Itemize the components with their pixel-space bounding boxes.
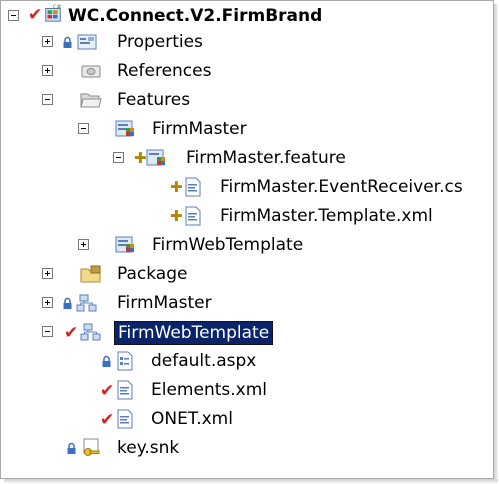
node-label: References: [117, 61, 212, 81]
package-icon: [80, 265, 101, 283]
feature-file-icon: [146, 149, 165, 166]
xml-file-icon: [117, 380, 133, 400]
expand-icon[interactable]: [42, 36, 53, 47]
node-label: ONET.xml: [151, 409, 233, 429]
collapse-icon[interactable]: [113, 152, 124, 163]
expand-icon[interactable]: [42, 268, 53, 279]
aspx-file-icon: [117, 351, 133, 371]
node-label: FirmMaster.EventReceiver.cs: [220, 177, 463, 197]
project-title: WC.Connect.V2.FirmBrand: [68, 6, 323, 26]
checked-out-icon: ✔: [100, 381, 115, 401]
module-icon: [80, 323, 101, 341]
tree-node-template-xml[interactable]: ✚ FirmMaster.Template.xml: [0, 202, 490, 231]
references-icon: [81, 65, 101, 78]
tree-node-key-snk[interactable]: key.snk: [0, 434, 490, 463]
collapse-icon[interactable]: [42, 94, 53, 105]
tree-node-properties[interactable]: Properties: [0, 28, 490, 57]
lock-icon: [67, 442, 76, 454]
added-icon: ✚: [170, 207, 183, 225]
node-label: FirmMaster.Template.xml: [220, 206, 433, 226]
folder-open-icon: [80, 93, 102, 108]
node-label: FirmMaster: [152, 119, 247, 139]
node-label: FirmWebTemplate: [152, 235, 304, 255]
tree-node-root[interactable]: ✔ C# WC.Connect.V2.FirmBrand: [0, 2, 490, 31]
collapse-icon[interactable]: [42, 326, 53, 337]
node-label: FirmMaster: [117, 293, 212, 313]
csharp-project-icon: C#: [45, 4, 62, 22]
tree-node-firmwebtemplate-module[interactable]: ✔ FirmWebTemplate: [0, 318, 490, 347]
xml-file-icon: [185, 206, 201, 226]
expand-icon[interactable]: [78, 239, 89, 250]
node-label: Elements.xml: [151, 380, 267, 400]
tree-node-eventreceiver-cs[interactable]: ✚ FirmMaster.EventReceiver.cs: [0, 173, 490, 202]
tree-node-firmmaster-module[interactable]: FirmMaster: [0, 289, 490, 318]
node-label-selected: FirmWebTemplate: [114, 321, 274, 345]
tree-node-features[interactable]: Features: [0, 86, 490, 115]
feature-icon: [115, 120, 134, 137]
node-label: Features: [117, 90, 191, 110]
cs-file-icon: [185, 177, 201, 197]
xml-file-icon: [117, 409, 133, 429]
node-label: Properties: [117, 32, 203, 52]
lock-icon: [63, 36, 72, 48]
tree-node-elements-xml[interactable]: ✔ Elements.xml: [0, 376, 490, 405]
svg-text:C#: C#: [53, 4, 62, 10]
tree-node-default-aspx[interactable]: default.aspx: [0, 347, 490, 376]
tree-node-references[interactable]: References: [0, 57, 490, 86]
feature-icon: [115, 236, 134, 253]
properties-icon: [77, 34, 97, 50]
node-label: FirmMaster.feature: [186, 148, 346, 168]
module-icon: [76, 294, 97, 312]
panel-shadow-right: [494, 4, 498, 482]
collapse-icon[interactable]: [78, 123, 89, 134]
panel-shadow-bottom: [4, 479, 498, 483]
expand-icon[interactable]: [42, 65, 53, 76]
added-icon: ✚: [134, 149, 147, 167]
collapse-icon[interactable]: [8, 10, 19, 21]
lock-icon: [102, 355, 111, 367]
tree-node-onet-xml[interactable]: ✔ ONET.xml: [0, 405, 490, 434]
key-file-icon: [83, 438, 100, 456]
checked-out-icon: ✔: [64, 323, 79, 343]
tree-node-firmmaster-feature[interactable]: FirmMaster: [0, 115, 490, 144]
tree-node-package[interactable]: Package: [0, 260, 490, 289]
node-label: key.snk: [117, 438, 180, 458]
tree-node-firmmaster-feature-file[interactable]: ✚ FirmMaster.feature: [0, 144, 490, 173]
expand-icon[interactable]: [42, 297, 53, 308]
lock-icon: [63, 297, 72, 309]
checked-out-icon: ✔: [100, 410, 115, 430]
added-icon: ✚: [170, 178, 183, 196]
tree-node-firmwebtemplate-feature[interactable]: FirmWebTemplate: [0, 231, 490, 260]
node-label: Package: [117, 264, 188, 284]
checked-out-icon: ✔: [28, 5, 43, 25]
node-label: default.aspx: [151, 351, 257, 371]
